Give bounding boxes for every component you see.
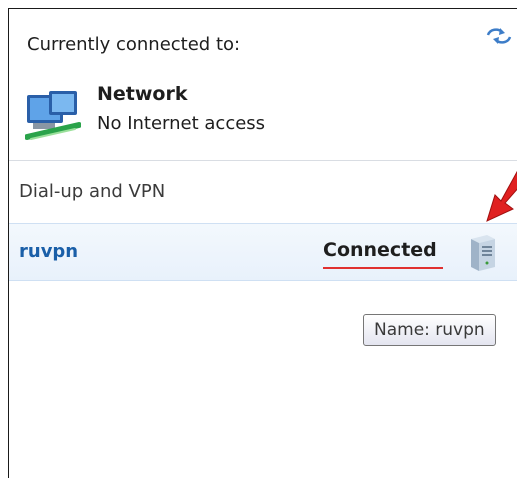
vpn-connection-row[interactable]: ruvpn Connected <box>9 223 517 281</box>
status-underline-annotation <box>323 267 443 269</box>
network-monitor-icon <box>25 91 81 140</box>
network-flyout-panel: Currently connected to: Network No Inter… <box>8 8 517 478</box>
red-arrow-annotation <box>486 170 517 222</box>
refresh-icon[interactable] <box>484 25 514 47</box>
vpn-name-tooltip: Name: ruvpn <box>363 314 496 346</box>
vpn-server-icon <box>471 235 495 271</box>
dialup-vpn-section-label: Dial-up and VPN <box>9 161 517 223</box>
currently-connected-heading: Currently connected to: <box>27 34 241 55</box>
network-name: Network <box>97 83 188 105</box>
vpn-connection-status: Connected <box>323 239 437 261</box>
network-status: No Internet access <box>97 113 266 134</box>
vpn-connection-name[interactable]: ruvpn <box>19 241 78 262</box>
